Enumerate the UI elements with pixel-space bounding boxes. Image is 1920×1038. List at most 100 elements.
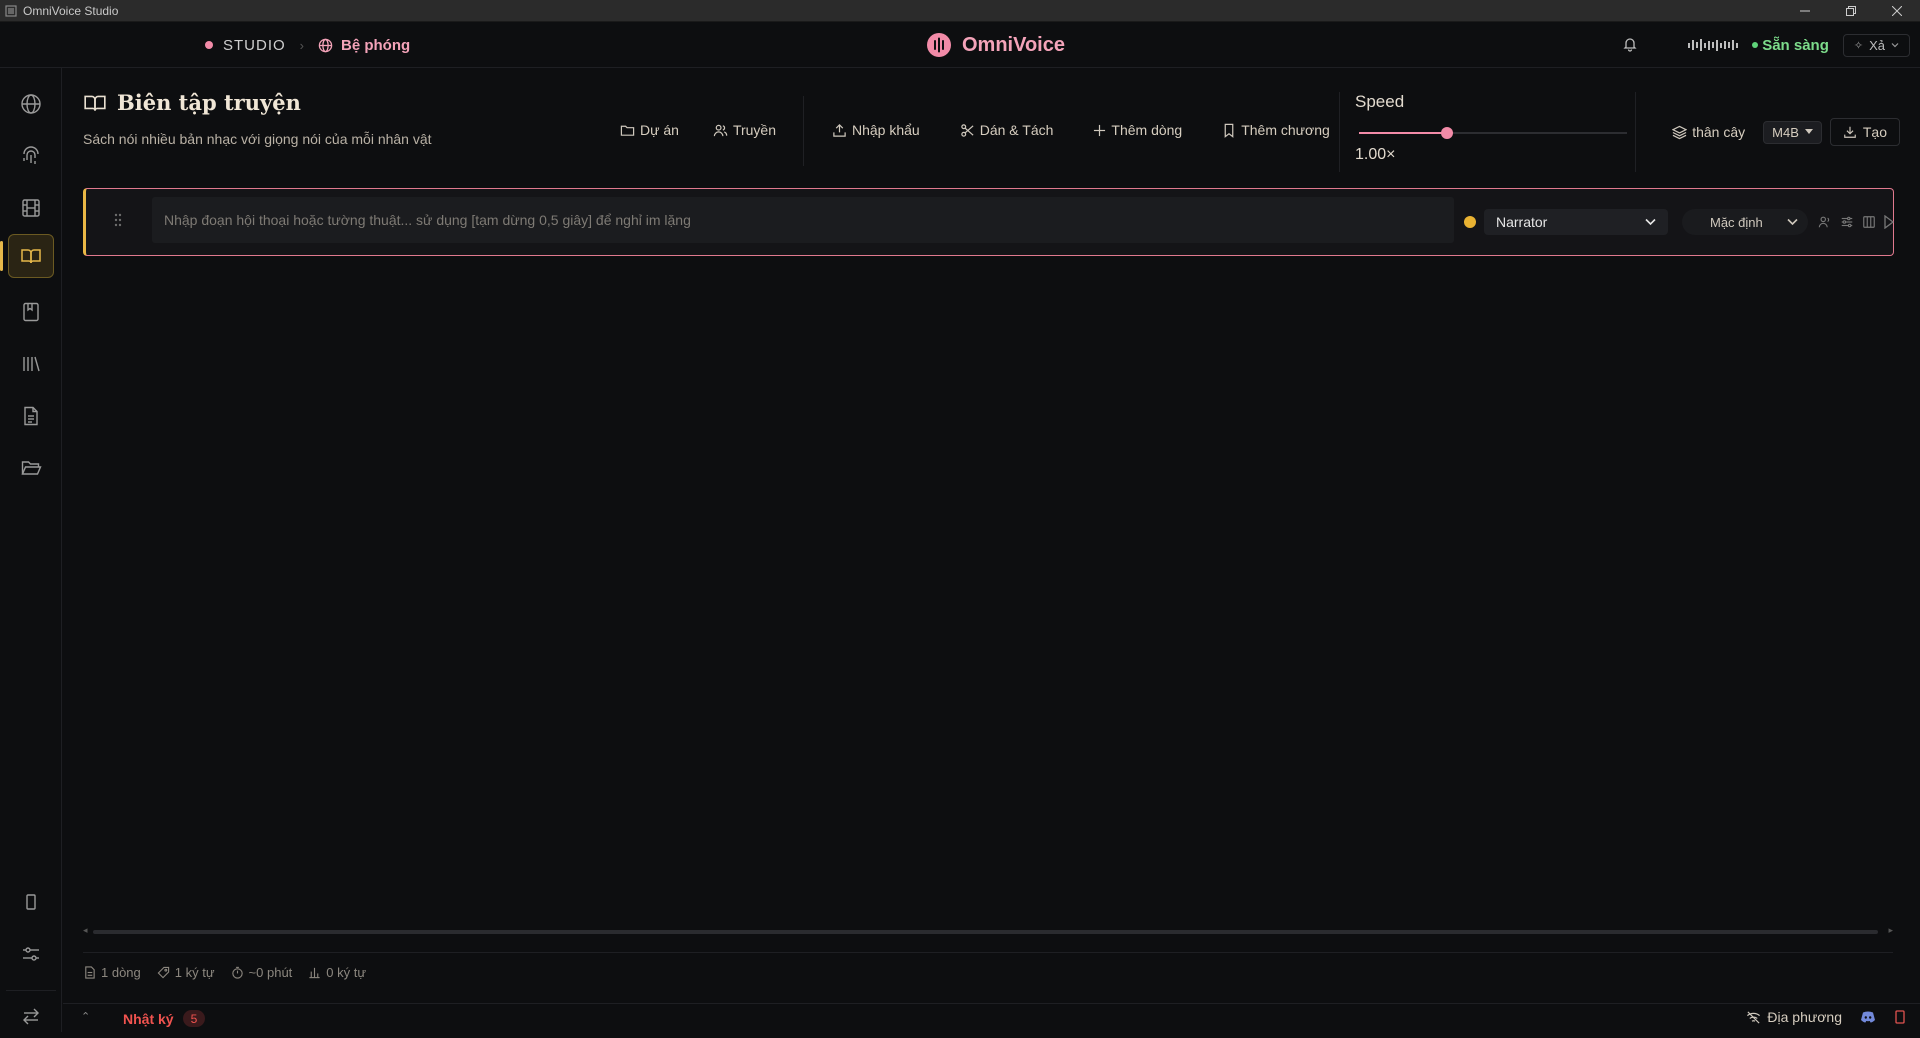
folder-open-icon [21,461,42,475]
local-mode-indicator[interactable]: Địa phương [1746,1009,1842,1025]
restore-button[interactable] [1828,0,1874,22]
app-icon [4,4,18,18]
stat-duration-value: ~0 phút [248,965,293,980]
bell-icon [1623,37,1637,52]
speed-slider-fill [1359,132,1448,134]
discord-icon[interactable] [1860,1010,1876,1024]
add-line-button[interactable]: Thêm dòng [1083,118,1192,142]
restore-icon [1846,6,1856,16]
export-toolbar: thân cây M4B Tạo [1662,118,1900,146]
project-button[interactable]: Dự án [610,118,689,142]
toolbar-divider [1339,92,1340,172]
sidebar-item-swap[interactable] [8,994,54,1038]
tag-icon [157,966,169,979]
sliders-icon [23,947,39,961]
window-titlebar: OmniVoice Studio [0,0,1920,22]
sidebar-item-dubbing[interactable] [8,186,54,230]
chevron-down-icon [1645,218,1656,226]
expand-log-icon[interactable]: ⌃ [81,1010,90,1023]
import-button[interactable]: Nhập khẩu [822,118,930,142]
sidebar-item-story-editor[interactable] [8,234,54,278]
drag-handle-icon[interactable] [113,213,123,227]
minimize-button[interactable] [1782,0,1828,22]
open-book-icon [84,95,106,111]
dialogue-input[interactable] [152,197,1454,243]
toolbar-divider [803,96,804,166]
scrollbar-thumb[interactable] [93,930,1878,934]
generate-label: Tạo [1862,124,1887,140]
status-label: Sẵn sàng [1762,36,1829,54]
log-count-badge: 5 [183,1010,205,1027]
stems-label: thân cây [1692,124,1746,140]
sidebar-item-documents[interactable] [8,394,54,438]
stat-words-value: 0 ký tự [326,965,367,980]
download-icon [1844,126,1856,138]
project-label: Dự án [640,122,679,138]
horizontal-scrollbar[interactable]: ◂ ▸ [83,925,1893,936]
generate-button[interactable]: Tạo [1829,118,1900,146]
script-row: Narrator Mặc định [83,188,1894,256]
breadcrumb-current[interactable]: Bệ phóng [318,37,410,54]
sidebar-item-settings[interactable] [8,932,54,976]
scroll-left-icon[interactable]: ◂ [83,925,88,936]
breadcrumb-separator-icon: › [299,37,305,53]
sidebar-item-voice-clone[interactable] [8,134,54,178]
main-content: Biên tập truyện Sách nói nhiều bản nhạc … [63,68,1920,1032]
breadcrumb-studio[interactable]: STUDIO [223,37,286,54]
adjust-icon[interactable] [1840,215,1854,229]
paste-split-button[interactable]: Dán & Tách [950,118,1064,142]
sidebar-item-launch[interactable] [8,82,54,126]
add-chapter-button[interactable]: Thêm chương [1212,118,1340,142]
speed-control: Speed 1.00× [1355,92,1635,163]
toolbar-divider [1635,92,1636,172]
voice-select[interactable]: Narrator [1484,209,1668,235]
sidebar-item-device[interactable] [8,880,54,924]
library-icon [23,356,40,372]
chevron-down-icon [1787,218,1798,226]
speed-slider-thumb[interactable] [1441,127,1454,139]
book-bookmark-icon [23,302,39,322]
sidebar-item-bookmarks[interactable] [8,290,54,334]
studio-dot [205,41,213,49]
add-line-label: Thêm dòng [1111,122,1183,138]
scroll-right-icon[interactable]: ▸ [1888,925,1893,936]
stat-lines-value: 1 dòng [101,965,141,980]
log-panel-bar: ⌃ Nhật ký 5 Địa phương [63,1003,1920,1032]
scissors-icon [960,123,974,137]
speed-label: Speed [1355,92,1405,111]
story-button[interactable]: Truyền [703,118,786,142]
sidebar-item-library[interactable] [8,342,54,386]
brand: OmniVoice [926,22,1065,68]
upload-icon [833,123,846,137]
flush-label: Xả [1869,37,1885,53]
close-icon [1892,6,1902,16]
flush-button[interactable]: ✧ Xả [1842,33,1910,57]
waveform-icon[interactable] [1688,37,1739,53]
speed-value: 1.00× [1355,146,1396,163]
format-select[interactable]: M4B [1763,120,1822,144]
device-icon [26,894,36,910]
play-icon[interactable] [1884,215,1894,229]
stats-bar: 1 dòng 1 ký tự ~0 phút 0 ký tự [83,952,1893,980]
user-icon[interactable] [1818,215,1832,229]
omnivoice-logo-icon [927,33,951,57]
close-button[interactable] [1874,0,1920,22]
stat-chars-value: 1 ký tự [174,965,215,980]
file-icon [85,966,95,979]
log-toggle[interactable]: Nhật ký [123,1011,174,1027]
stems-button[interactable]: thân cây [1662,120,1755,144]
chevron-down-icon [1891,43,1899,48]
speed-slider[interactable] [1359,127,1627,139]
wifi-off-icon [1747,1010,1761,1024]
phone-icon[interactable] [1894,1010,1906,1024]
sidebar-divider [6,990,56,991]
notifications-button[interactable] [1622,36,1638,55]
timer-icon [231,966,243,979]
style-select[interactable]: Mặc định [1682,209,1808,235]
sidebar-item-folders[interactable] [8,446,54,490]
style-value: Mặc định [1710,214,1763,230]
page-title: Biên tập truyện [83,90,432,115]
import-label: Nhập khẩu [852,122,920,138]
columns-icon[interactable] [1862,215,1876,229]
sparkle-icon: ✧ [1853,39,1864,52]
